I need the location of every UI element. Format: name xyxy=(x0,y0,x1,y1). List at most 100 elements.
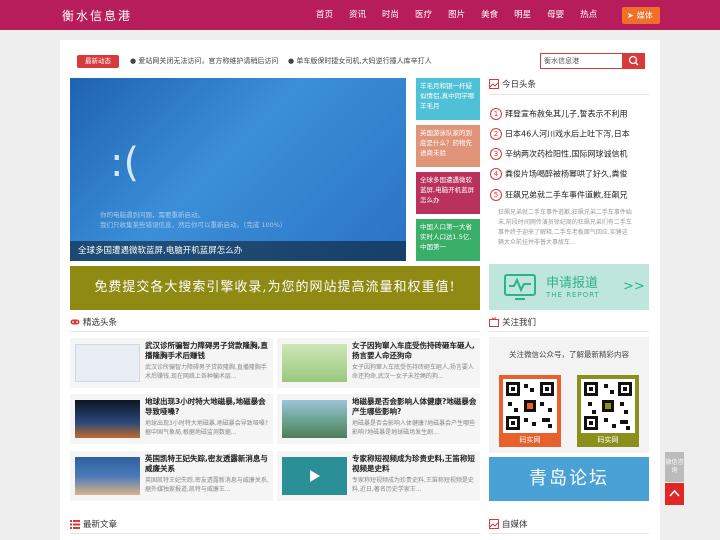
search-input[interactable]: 衡水信息港 xyxy=(540,53,623,69)
media-button[interactable]: ➤ 媒体 xyxy=(622,7,660,24)
search-icon xyxy=(628,55,639,66)
site-logo[interactable]: 衡水信息港 xyxy=(62,7,132,24)
paper-plane-icon: ➤ xyxy=(627,11,634,20)
nav-item-food[interactable]: 美食 xyxy=(481,0,498,30)
ticker-item-text: 单车版保时捷女司机,大妈逆行撞人库辛打人 xyxy=(296,57,432,65)
headline-summary: 狂飙兄弟就二手车事件道歉,狂飙兄弟二手车事件始末,前段时间网传演员徐纪周的狂飙兄… xyxy=(498,209,632,246)
article-excerpt: 专家称短视频成为珍贵史料,王笛称短视频是史料,近日,著名历史学家王... xyxy=(352,477,474,493)
monitor-pulse-icon xyxy=(504,274,536,300)
thumbnail-image xyxy=(75,457,140,495)
qr-label: 码实网 xyxy=(597,436,619,444)
thumbnail-image xyxy=(282,400,347,438)
nav-item-home[interactable]: 首页 xyxy=(316,0,333,30)
sad-face-icon: :( xyxy=(110,140,140,186)
side-tile[interactable]: 中国人口第一大省实时人口达1.5亿,中国第一 xyxy=(416,219,480,261)
thumbnail-image xyxy=(282,344,347,382)
nav-item-hot[interactable]: 热点 xyxy=(580,0,597,30)
article-excerpt: 女子因狗窜入车底受伤持砖砸车砸人,扬言要人命还狗命,武汉一女子未拴绳的狗... xyxy=(352,364,474,380)
article-title[interactable]: 地球出现3小时特大地磁暴,地磁暴会导致哑嗓? xyxy=(145,397,270,418)
article-excerpt: 英国凯特王妃失踪,密友透露新消息与威廉关系,据外媒独家报道,凯特与威廉王... xyxy=(145,477,269,493)
rank-badge: 2 xyxy=(490,128,502,140)
article-card[interactable]: 地磁暴是否会影响人体健康?地磁暴会产生哪些影响? 地磁暴是否会影响人体健康?地磁… xyxy=(277,394,480,444)
rank-badge: 5 xyxy=(490,189,502,201)
qr-label: 码实网 xyxy=(519,436,541,444)
section-title-today: 今日头条 xyxy=(502,80,537,90)
article-excerpt: 武汉诊所骗智力障碍男子贷款隆胸,直播隆胸手术后赚钱,现在网络上各种骗术层... xyxy=(145,364,267,380)
article-excerpt: 地磁暴是否会影响人体健康?地磁暴会产生哪些影响?地磁暴是地球磁场发生剧... xyxy=(352,420,476,436)
divider xyxy=(489,94,649,95)
rank-badge: 4 xyxy=(490,168,502,180)
headline-item[interactable]: 5 狂飙兄弟就二手车事件道歉,狂飙兄 xyxy=(490,189,628,203)
ticker-badge: 最新动态 xyxy=(77,55,119,68)
article-title[interactable]: 地磁暴是否会影响人体健康?地磁暴会产生哪些影响? xyxy=(352,397,477,418)
thumbnail-image xyxy=(75,400,140,438)
headline-text: 粪俊片场喝醉被杨幂哄了好久,粪俊 xyxy=(505,169,628,179)
headline-item[interactable]: 1 拜登宣布赦免其儿子,誓表示不利用 xyxy=(490,108,628,122)
image-icon xyxy=(489,519,499,529)
rank-badge: 1 xyxy=(490,108,502,120)
article-card[interactable]: 武汉诊所骗智力障碍男子贷款隆胸,直播隆胸手术后赚钱 武汉诊所骗智力障碍男子贷款隆… xyxy=(70,338,273,388)
hero-caption[interactable]: 全球多国遭遇微软蓝屏,电脑开机蓝屏怎么办 xyxy=(70,241,406,261)
nav-item-medical[interactable]: 医疗 xyxy=(415,0,432,30)
side-tile[interactable]: 英国游泳队家的到底是什么？药物先进商未验 xyxy=(416,125,480,167)
qr-pattern-icon xyxy=(584,382,632,430)
headline-item[interactable]: 3 辛纳两次药检阳性,国际网球诚信机 xyxy=(490,148,628,162)
image-icon xyxy=(489,79,499,89)
article-card[interactable]: 英国凯特王妃失踪,密友透露新消息与威廉关系 英国凯特王妃失踪,密友透露新消息与威… xyxy=(70,451,273,501)
nav-item-fashion[interactable]: 时尚 xyxy=(382,0,399,30)
ticker-item-text: 爱站网关闭无法访问，官方称维护请稍后访问 xyxy=(138,57,279,65)
back-to-top-button[interactable] xyxy=(665,483,684,505)
wechat-follow-box: 关注微信公众号，了解最新精彩内容 码实网 码实网 xyxy=(489,337,649,453)
article-title[interactable]: 专家称短视频成为珍贵史料,王笛称短视频是史料 xyxy=(352,454,477,475)
article-title[interactable]: 女子因狗窜入车底受伤持砖砸车砸人,扬言要人命还狗命 xyxy=(352,341,477,362)
qr-code[interactable]: 码实网 xyxy=(577,375,639,447)
article-card[interactable]: 专家称短视频成为珍贵史料,王笛称短视频是史料 专家称短视频成为珍贵史料,王笛称短… xyxy=(277,451,480,501)
divider xyxy=(70,331,480,332)
article-excerpt: 地球出现3小时特大地磁暴,地磁暴会导致哑嗓?据中国气象局,根据地磁监测数据... xyxy=(145,420,268,436)
qr-code-image xyxy=(581,379,635,433)
section-title-follow: 关注我们 xyxy=(502,318,537,328)
main-nav: 首页 资讯 时尚 医疗 图片 美食 明星 母婴 热点 xyxy=(316,0,613,30)
qr-code[interactable]: 码实网 xyxy=(499,375,561,447)
qr-pattern-icon xyxy=(506,382,554,430)
article-card[interactable]: 女子因狗窜入车底受伤持砖砸车砸人,扬言要人命还狗命 女子因狗窜入车底受伤持砖砸车… xyxy=(277,338,480,388)
section-title-featured: 精选头条 xyxy=(83,318,118,328)
headline-item[interactable]: 4 粪俊片场喝醉被杨幂哄了好久,粪俊 xyxy=(490,168,628,182)
side-tile[interactable]: 羊毛月和银一杆疑似情侣,真中同学哪羊毛月 xyxy=(416,78,480,120)
arrow-up-icon xyxy=(669,489,680,497)
divider xyxy=(70,533,480,534)
article-card[interactable]: 地球出现3小时特大地磁暴,地磁暴会导致哑嗓? 地球出现3小时特大地磁暴,地磁暴会… xyxy=(70,394,273,444)
wechat-consult-button[interactable]: 微信咨询 xyxy=(665,452,684,482)
report-ad-subtitle: THE REPORT xyxy=(546,291,600,299)
ticker-item[interactable]: ● 爱站网关闭无法访问，官方称维护请稍后访问 xyxy=(130,56,278,66)
search-button[interactable] xyxy=(623,53,645,69)
side-tile[interactable]: 全球多国遭遇微软蓝屏,电脑开机蓝屏怎么办 xyxy=(416,172,480,214)
qingdao-forum-banner[interactable]: 青岛论坛 xyxy=(489,457,649,501)
article-title[interactable]: 英国凯特王妃失踪,密友透露新消息与威廉关系 xyxy=(145,454,270,475)
hero-slide[interactable]: :( 你的电脑遇到问题，需要重新启动。 我们只收集某些错误信息，然后你可以重新启… xyxy=(70,78,406,261)
play-icon xyxy=(310,470,320,482)
nav-item-baby[interactable]: 母婴 xyxy=(547,0,564,30)
wechat-title: 关注微信公众号，了解最新精彩内容 xyxy=(509,350,629,359)
headline-item[interactable]: 2 日本46人河川戏水后上吐下泻,日本 xyxy=(490,128,630,142)
nav-item-stars[interactable]: 明星 xyxy=(514,0,531,30)
headline-text: 狂飙兄弟就二手车事件道歉,狂飙兄 xyxy=(505,190,628,200)
ticker-item[interactable]: ● 单车版保时捷女司机,大妈逆行撞人库辛打人 xyxy=(288,56,432,66)
bsod-text: 你的电脑遇到问题，需要重新启动。 我们只收集某些错误信息，然后你可以重新启动。（… xyxy=(100,210,286,230)
bsod-line: 你的电脑遇到问题，需要重新启动。 xyxy=(100,211,204,219)
thumbnail-image xyxy=(282,457,347,495)
section-title-media: 自媒体 xyxy=(502,520,528,530)
article-title[interactable]: 武汉诊所骗智力障碍男子贷款隆胸,直播隆胸手术后赚钱 xyxy=(145,341,270,362)
report-ad-banner[interactable]: 申请报道 THE REPORT >> xyxy=(489,264,649,310)
divider xyxy=(489,533,649,534)
nav-item-pictures[interactable]: 图片 xyxy=(448,0,465,30)
nav-item-news[interactable]: 资讯 xyxy=(349,0,366,30)
qr-code-image xyxy=(503,379,557,433)
divider xyxy=(489,331,649,332)
chevron-right-icon: >> xyxy=(623,279,645,294)
list-icon xyxy=(70,520,80,529)
headline-text: 拜登宣布赦免其儿子,誓表示不利用 xyxy=(505,109,628,119)
tv-icon xyxy=(489,317,499,327)
promo-banner[interactable]: 免费提交各大搜索引擎收录,为您的网站提高流量和权重值! xyxy=(70,266,480,310)
media-button-label: 媒体 xyxy=(636,11,653,20)
